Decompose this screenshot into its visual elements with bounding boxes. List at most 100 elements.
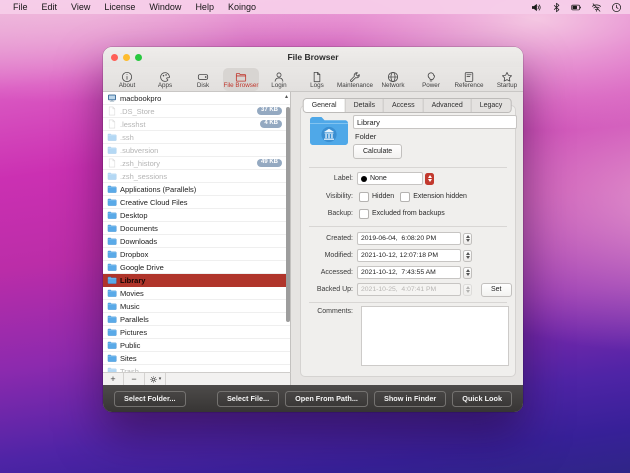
list-item-downloads[interactable]: Downloads xyxy=(103,235,290,248)
select-file-button[interactable]: Select File... xyxy=(217,391,279,407)
checkbox-excluded-from-backups[interactable] xyxy=(359,209,369,219)
add-button[interactable]: + xyxy=(103,373,124,385)
list-item-documents[interactable]: Documents xyxy=(103,222,290,235)
list-item--ds-store[interactable]: .DS_Store37 KB xyxy=(103,105,290,118)
toolbar-item-label: Startup xyxy=(497,82,517,89)
menu-item-help[interactable]: Help xyxy=(188,0,221,14)
date-row-accessed-: Accessed:2021-10-12, 7:43:55 AM xyxy=(301,266,515,279)
item-name-field[interactable] xyxy=(353,115,517,129)
list-item-movies[interactable]: Movies xyxy=(103,287,290,300)
list-item--zsh-history[interactable]: .zsh_history49 KB xyxy=(103,157,290,170)
toolbar-item-network[interactable]: Network xyxy=(375,68,411,91)
stepper-down-icon xyxy=(466,290,470,293)
checkbox-hidden[interactable] xyxy=(359,192,369,202)
label-color-select[interactable]: None xyxy=(357,172,423,185)
list-item-label: Movies xyxy=(120,289,144,298)
divider xyxy=(309,167,507,168)
list-item-public[interactable]: Public xyxy=(103,339,290,352)
tab-access[interactable]: Access xyxy=(384,99,424,112)
remove-button[interactable]: − xyxy=(124,373,145,385)
open-from-path-button[interactable]: Open From Path... xyxy=(285,391,368,407)
date-row-backed-up-: Backed Up:2021-10-25, 4:07:41 PMSet xyxy=(301,283,515,296)
date-field[interactable]: 2021-10-12, 12:07:18 PM xyxy=(357,249,461,262)
toolbar-item-power[interactable]: Power xyxy=(413,68,449,91)
date-field[interactable]: 2019-06-04, 6:08:20 PM xyxy=(357,232,461,245)
quick-lookbutton[interactable]: Quick Look xyxy=(452,391,512,407)
stepper-down-icon xyxy=(428,179,432,182)
list-item-trash[interactable]: Trash xyxy=(103,365,290,372)
toolbar-item-file-browser[interactable]: File Browser xyxy=(223,68,259,91)
clock-icon[interactable] xyxy=(611,2,622,13)
list-item-sites[interactable]: Sites xyxy=(103,352,290,365)
action-menu-button[interactable]: ▾ xyxy=(145,373,166,385)
sidebar-scrollbar[interactable] xyxy=(286,107,290,322)
checkbox-label: Extension hidden xyxy=(413,193,467,200)
wifi-off-icon[interactable] xyxy=(591,2,602,13)
list-item-google-drive[interactable]: Google Drive xyxy=(103,261,290,274)
select-folder-button[interactable]: Select Folder... xyxy=(114,391,186,407)
menu-item-koingo[interactable]: Koingo xyxy=(221,0,263,14)
toolbar: About Apps DiskFile BrowserLoginLogsMainte… xyxy=(103,67,523,92)
list-item-macbookpro[interactable]: macbookpro▴ xyxy=(103,92,290,105)
label-stepper[interactable] xyxy=(425,173,434,185)
menu-item-license[interactable]: License xyxy=(97,0,142,14)
library-folder-icon xyxy=(309,114,349,147)
tab-legacy[interactable]: Legacy xyxy=(472,99,511,112)
toolbar-item-disk[interactable]: Disk xyxy=(185,68,221,91)
toolbar-item-login[interactable]: Login xyxy=(261,68,297,91)
list-item-parallels[interactable]: Parallels xyxy=(103,313,290,326)
menu-item-window[interactable]: Window xyxy=(142,0,188,14)
label-row-label: Label: xyxy=(301,175,353,182)
list-item--ssh[interactable]: .ssh xyxy=(103,131,290,144)
set-button[interactable]: Set xyxy=(481,283,512,297)
list-item-creative-cloud-files[interactable]: Creative Cloud Files xyxy=(103,196,290,209)
list-item-label: Applications (Parallels) xyxy=(120,185,196,194)
show-in-finderbutton[interactable]: Show in Finder xyxy=(374,391,446,407)
toolbar-item-reference[interactable]: Reference xyxy=(451,68,487,91)
list-item--zsh-sessions[interactable]: .zsh_sessions xyxy=(103,170,290,183)
comments-label: Comments: xyxy=(301,308,353,315)
list-item-desktop[interactable]: Desktop xyxy=(103,209,290,222)
tab-general[interactable]: General xyxy=(304,99,346,112)
tab-details[interactable]: Details xyxy=(346,99,384,112)
tab-advanced[interactable]: Advanced xyxy=(424,99,472,112)
menu-item-edit[interactable]: Edit xyxy=(35,0,65,14)
checkbox-extension-hidden[interactable] xyxy=(400,192,410,202)
list-item-applications-parallels-[interactable]: Applications (Parallels) xyxy=(103,183,290,196)
list-item-dropbox[interactable]: Dropbox xyxy=(103,248,290,261)
title-bar[interactable]: File Browser xyxy=(103,47,523,67)
date-field: 2021-10-25, 4:07:41 PM xyxy=(357,283,461,296)
date-field[interactable]: 2021-10-12, 7:43:55 AM xyxy=(357,266,461,279)
menu-item-view[interactable]: View xyxy=(64,0,97,14)
battery-icon[interactable] xyxy=(571,2,582,13)
toolbar-item-label: Apps xyxy=(158,82,172,89)
comments-textarea[interactable] xyxy=(361,306,509,366)
list-item-library[interactable]: Library xyxy=(103,274,290,287)
chevron-down-icon: ▾ xyxy=(159,376,162,382)
toolbar-item-about[interactable]: About xyxy=(109,68,145,91)
list-item-label: .subversion xyxy=(120,146,158,155)
toolbar-item-apps[interactable]: Apps xyxy=(147,68,183,91)
volume-icon[interactable] xyxy=(531,2,542,13)
list-item-label: .zsh_sessions xyxy=(120,172,167,181)
toolbar-item-logs[interactable]: Logs xyxy=(299,68,335,91)
bluetooth-icon[interactable] xyxy=(551,2,562,13)
folder-blue-icon xyxy=(107,210,117,220)
date-stepper[interactable] xyxy=(463,233,472,245)
size-badge: 49 KB xyxy=(257,159,282,167)
date-stepper[interactable] xyxy=(463,250,472,262)
inspector-tabs: GeneralDetailsAccessAdvancedLegacy xyxy=(303,98,512,113)
list-item-label: Desktop xyxy=(120,211,148,220)
list-item-pictures[interactable]: Pictures xyxy=(103,326,290,339)
list-item--lesshst[interactable]: .lesshst4 KB xyxy=(103,118,290,131)
list-item-music[interactable]: Music xyxy=(103,300,290,313)
toolbar-item-startup[interactable]: Startup xyxy=(489,68,523,91)
folder-blue-icon xyxy=(107,314,117,324)
toolbar-item-maintenance[interactable]: Maintenance xyxy=(337,68,373,91)
checkbox-label: Hidden xyxy=(372,193,394,200)
folder-blue-icon xyxy=(107,236,117,246)
calculate-button[interactable]: Calculate xyxy=(353,144,402,159)
menu-item-file[interactable]: File xyxy=(6,0,35,14)
date-stepper[interactable] xyxy=(463,267,472,279)
list-item--subversion[interactable]: .subversion xyxy=(103,144,290,157)
